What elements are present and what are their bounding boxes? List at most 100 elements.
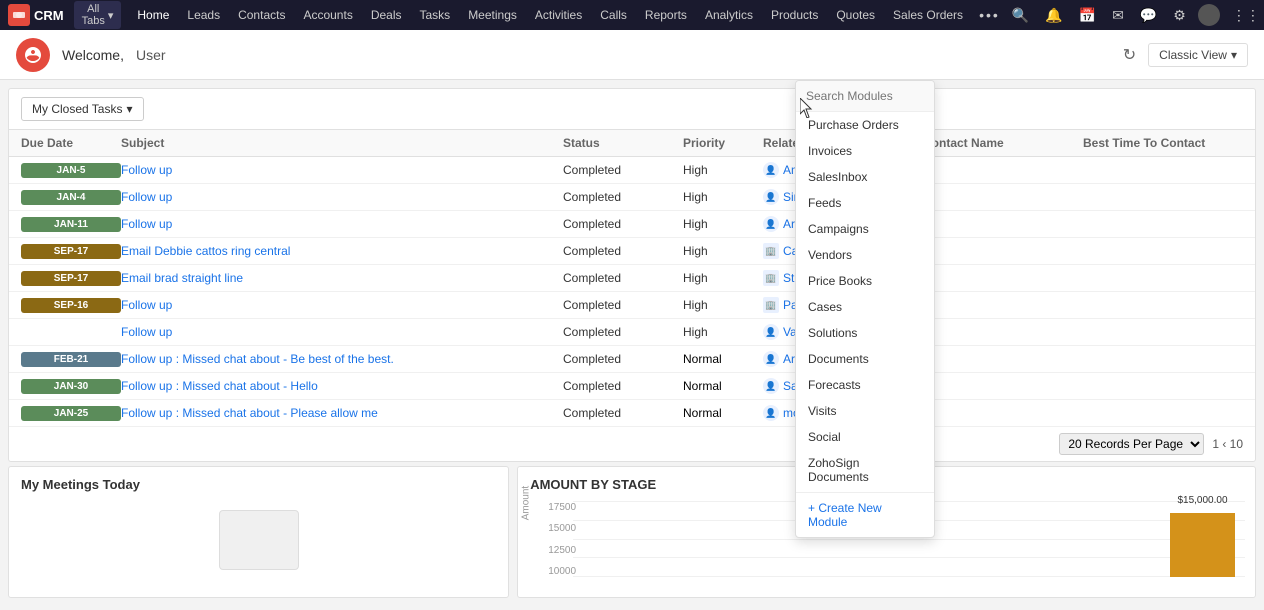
- subject-link[interactable]: Email Debbie cattos ring central: [121, 244, 563, 258]
- chart-grid-line: [573, 557, 1245, 558]
- nav-item-home[interactable]: Home: [129, 4, 177, 26]
- nav-item-products[interactable]: Products: [763, 4, 826, 26]
- module-item-social[interactable]: Social: [796, 424, 934, 450]
- meeting-placeholder-graphic: [219, 510, 299, 570]
- grid-icon[interactable]: ⋮⋮: [1228, 5, 1264, 26]
- date-badge: SEP-17: [21, 271, 121, 286]
- nav-more-button[interactable]: •••: [973, 3, 1006, 27]
- subject-link[interactable]: Follow up: [121, 190, 563, 204]
- module-item-feeds[interactable]: Feeds: [796, 190, 934, 216]
- refresh-button[interactable]: ↻: [1123, 45, 1136, 65]
- table-row: JAN-5 Follow up Completed High 👤Amanda O…: [9, 157, 1255, 184]
- nav-right-icons: 🔍 🔔 📅 ✉ 💬 ⚙ ⋮⋮: [1008, 4, 1264, 26]
- closed-tasks-label: My Closed Tasks: [32, 102, 122, 116]
- nav-item-quotes[interactable]: Quotes: [828, 4, 883, 26]
- module-item-invoices[interactable]: Invoices: [796, 138, 934, 164]
- subject-link[interactable]: Follow up : Missed chat about - Be best …: [121, 352, 563, 366]
- contact-icon: 👤: [763, 189, 779, 205]
- nav-item-activities[interactable]: Activities: [527, 4, 590, 26]
- module-item-purchase-orders[interactable]: Purchase Orders: [796, 112, 934, 138]
- date-badge: JAN-4: [21, 190, 121, 205]
- module-item-solutions[interactable]: Solutions: [796, 320, 934, 346]
- status-cell: Completed: [563, 298, 683, 312]
- classic-view-button[interactable]: Classic View ▾: [1148, 43, 1248, 67]
- col-status: Status: [563, 136, 683, 150]
- status-cell: Completed: [563, 163, 683, 177]
- search-modules-input[interactable]: [796, 81, 934, 112]
- module-item-cases[interactable]: Cases: [796, 294, 934, 320]
- notification-icon[interactable]: 🔔: [1041, 5, 1066, 26]
- nav-item-accounts[interactable]: Accounts: [295, 4, 360, 26]
- modules-dropdown: Purchase Orders Invoices SalesInbox Feed…: [795, 80, 935, 538]
- all-tabs-button[interactable]: All Tabs ▾: [74, 1, 122, 29]
- date-badge: FEB-21: [21, 352, 121, 367]
- module-item-vendors[interactable]: Vendors: [796, 242, 934, 268]
- nav-item-reports[interactable]: Reports: [637, 4, 695, 26]
- subject-link[interactable]: Follow up: [121, 325, 563, 339]
- search-icon[interactable]: 🔍: [1008, 5, 1033, 26]
- subject-link[interactable]: Follow up: [121, 298, 563, 312]
- meetings-empty-state: [21, 500, 496, 580]
- contact-icon: 👤: [763, 324, 779, 340]
- module-item-documents[interactable]: Documents: [796, 346, 934, 372]
- module-item-forecasts[interactable]: Forecasts: [796, 372, 934, 398]
- settings-icon[interactable]: ⚙: [1169, 5, 1190, 26]
- status-cell: Completed: [563, 406, 683, 420]
- crm-logo-icon: [8, 4, 30, 26]
- table-header-row: My Closed Tasks ▾: [9, 89, 1255, 130]
- chat-icon[interactable]: 💬: [1136, 5, 1161, 26]
- status-cell: Completed: [563, 271, 683, 285]
- company-icon: 🏢: [763, 297, 779, 313]
- create-new-module-link[interactable]: + Create New Module: [796, 492, 934, 537]
- nav-item-meetings[interactable]: Meetings: [460, 4, 525, 26]
- subject-link[interactable]: Follow up : Missed chat about - Please a…: [121, 406, 563, 420]
- sub-logo: [16, 38, 50, 72]
- nav-item-analytics[interactable]: Analytics: [697, 4, 761, 26]
- status-cell: Completed: [563, 190, 683, 204]
- table-row: JAN-25 Follow up : Missed chat about - P…: [9, 400, 1255, 427]
- crm-logo[interactable]: CRM: [8, 4, 64, 26]
- priority-cell: Normal: [683, 379, 763, 393]
- all-tabs-chevron: ▾: [108, 9, 114, 22]
- y-label-2: 12500: [548, 545, 576, 556]
- nav-item-deals[interactable]: Deals: [363, 4, 410, 26]
- module-item-salesinbox[interactable]: SalesInbox: [796, 164, 934, 190]
- user-avatar[interactable]: [1198, 4, 1220, 26]
- subject-link[interactable]: Follow up: [121, 163, 563, 177]
- chart-bar-label: $15,000.00: [1170, 495, 1235, 506]
- status-cell: Completed: [563, 379, 683, 393]
- nav-item-contacts[interactable]: Contacts: [230, 4, 293, 26]
- calendar-icon[interactable]: 📅: [1075, 5, 1100, 26]
- priority-cell: High: [683, 163, 763, 177]
- all-tabs-label: All Tabs: [82, 3, 105, 27]
- subject-link[interactable]: Follow up: [121, 217, 563, 231]
- nav-item-tasks[interactable]: Tasks: [412, 4, 459, 26]
- table-row: SEP-17 Email Debbie cattos ring central …: [9, 238, 1255, 265]
- module-item-campaigns[interactable]: Campaigns: [796, 216, 934, 242]
- nav-item-sales-orders[interactable]: Sales Orders: [885, 4, 971, 26]
- email-icon[interactable]: ✉: [1108, 5, 1128, 26]
- date-badge: SEP-17: [21, 244, 121, 259]
- per-page-select[interactable]: 20 Records Per Page: [1059, 433, 1204, 455]
- top-nav: CRM All Tabs ▾ Home Leads Contacts Accou…: [0, 0, 1264, 30]
- module-item-price-books[interactable]: Price Books: [796, 268, 934, 294]
- username-text: User: [136, 47, 166, 63]
- chart-y-axis-label: Amount: [521, 486, 532, 520]
- priority-cell: High: [683, 325, 763, 339]
- pagination-info: 1 ‹ 10: [1212, 437, 1243, 451]
- module-item-visits[interactable]: Visits: [796, 398, 934, 424]
- nav-item-leads[interactable]: Leads: [179, 4, 228, 26]
- chart-bar: $15,000.00: [1170, 513, 1235, 578]
- meetings-panel-title: My Meetings Today: [21, 477, 496, 492]
- col-due-date: Due Date: [21, 136, 121, 150]
- table-row: FEB-21 Follow up : Missed chat about - B…: [9, 346, 1255, 373]
- col-subject: Subject: [121, 136, 563, 150]
- subject-link[interactable]: Follow up : Missed chat about - Hello: [121, 379, 563, 393]
- nav-item-calls[interactable]: Calls: [592, 4, 635, 26]
- closed-tasks-filter-button[interactable]: My Closed Tasks ▾: [21, 97, 144, 121]
- subject-link[interactable]: Email brad straight line: [121, 271, 563, 285]
- module-item-zohosign-docs[interactable]: ZohoSign Documents: [796, 450, 934, 490]
- tasks-table-section: My Closed Tasks ▾ Due Date Subject Statu…: [8, 88, 1256, 462]
- date-badge: JAN-25: [21, 406, 121, 421]
- contact-icon: 👤: [763, 216, 779, 232]
